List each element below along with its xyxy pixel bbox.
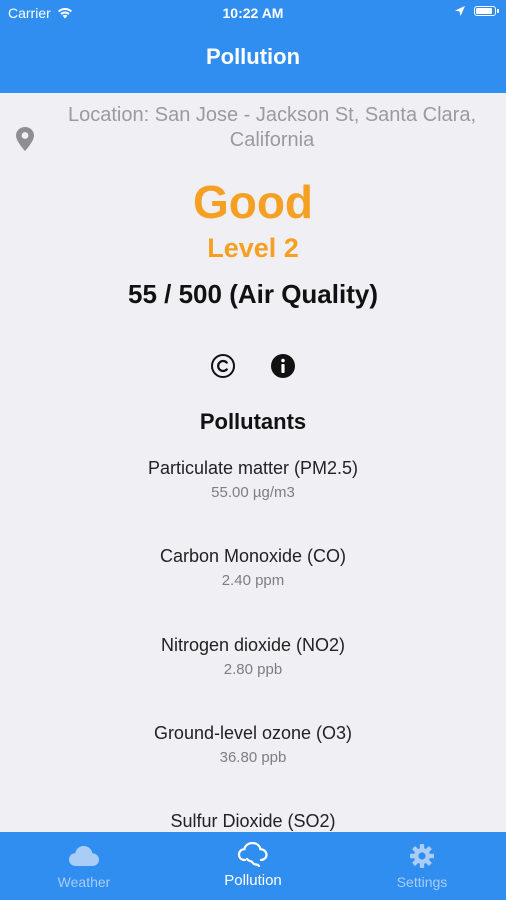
pollutants-title: Pollutants (199, 409, 307, 434)
info-icon (271, 354, 295, 378)
pollutant-value: 2.80 ppb (223, 661, 283, 678)
pollutant-item: Sulfur Dioxide (SO2) (0, 810, 506, 832)
location-text: Location: San Jose - Jackson St, Santa C… (68, 104, 476, 151)
aqi-status-label: Good (192, 176, 314, 228)
header: Carrier 10:22 AM Pollution (0, 0, 506, 93)
cloud-icon (69, 846, 99, 866)
status-right (454, 5, 499, 17)
tab-settings-label: Settings (396, 874, 448, 890)
pollutant-value: 36.80 ppb (219, 749, 287, 766)
info-button[interactable] (270, 353, 296, 379)
pollution-cloud-icon (237, 841, 268, 868)
pollutant-name: Nitrogen dioxide (NO2) (160, 635, 346, 655)
aqi-level: Level 2 (207, 233, 299, 263)
tab-weather-label: Weather (57, 874, 111, 890)
tab-settings[interactable]: Settings (338, 832, 506, 900)
pollutant-item: Nitrogen dioxide (NO2) 2.80 ppb (0, 634, 506, 681)
tab-bar: Weather Pollution Settings (0, 832, 506, 900)
main-content[interactable]: Location: San Jose - Jackson St, Santa C… (0, 93, 506, 832)
pollutant-name: Particulate matter (PM2.5) (147, 458, 359, 478)
page-title: Pollution (205, 44, 301, 69)
tab-weather[interactable]: Weather (0, 832, 168, 900)
pollutant-name: Sulfur Dioxide (SO2) (170, 811, 336, 831)
info-icons-row (0, 353, 506, 379)
battery-icon (474, 6, 499, 16)
pollutant-name: Ground-level ozone (O3) (153, 723, 353, 743)
tab-pollution[interactable]: Pollution (169, 832, 337, 900)
pollutant-value: 2.40 ppm (221, 572, 285, 589)
pollutant-item: Particulate matter (PM2.5) 55.00 µg/m3 (0, 457, 506, 504)
pollutant-item: Ground-level ozone (O3) 36.80 ppb (0, 722, 506, 769)
status-time: 10:22 AM (222, 5, 284, 21)
status-bar: Carrier 10:22 AM (0, 0, 506, 28)
tab-pollution-label: Pollution (224, 872, 282, 889)
pollutant-value: 55.00 µg/m3 (211, 484, 295, 501)
copyright-icon (211, 354, 235, 378)
location-pin-icon (16, 127, 34, 151)
location-arrow-icon (455, 6, 465, 16)
copyright-button[interactable] (210, 353, 236, 379)
pollutant-name: Carbon Monoxide (CO) (159, 546, 347, 566)
gear-icon (410, 844, 434, 868)
pollutant-item: Carbon Monoxide (CO) 2.40 ppm (0, 545, 506, 592)
aqi-value: 55 / 500 (Air Quality) (128, 279, 378, 309)
